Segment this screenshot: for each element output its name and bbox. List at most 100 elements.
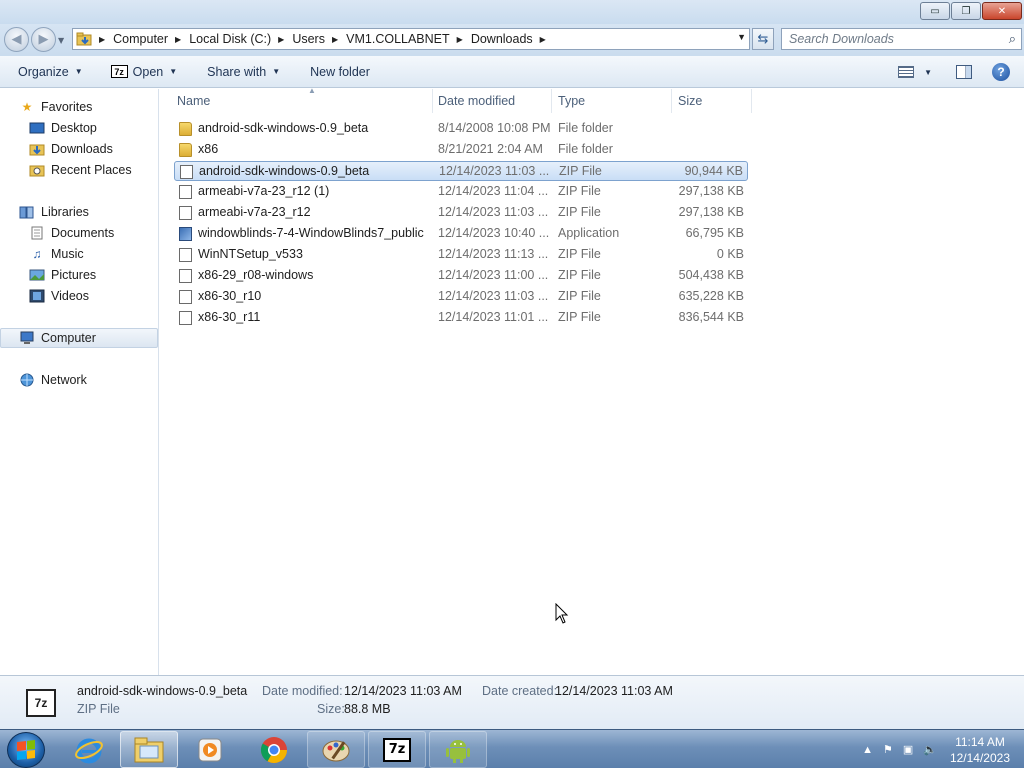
file-row[interactable]: x86 8/21/2021 2:04 AM File folder	[174, 140, 748, 160]
minimize-button[interactable]: ▭	[920, 2, 950, 20]
taskbar-android-sdk[interactable]	[429, 731, 487, 768]
file-row[interactable]: armeabi-v7a-23_r12 12/14/2023 11:03 ... ZI…	[174, 203, 748, 223]
clock[interactable]: 11:14 AM 12/14/2023	[950, 734, 1010, 766]
nav-downloads[interactable]: Downloads	[0, 139, 158, 159]
nav-music[interactable]: ♫ Music	[0, 244, 158, 264]
column-header-size[interactable]: Size	[672, 89, 752, 113]
help-icon[interactable]: ?	[992, 63, 1010, 81]
breadcrumb-user[interactable]: VM1.COLLABNET	[343, 32, 453, 46]
search-input[interactable]: Search Downloads ⌕	[781, 28, 1022, 50]
view-options-dropdown-icon[interactable]: ▼	[924, 68, 932, 77]
breadcrumb-local-disk[interactable]: Local Disk (C:)	[186, 32, 274, 46]
videos-icon	[29, 289, 45, 303]
nav-libraries[interactable]: Libraries	[0, 202, 158, 222]
nav-recent-places[interactable]: Recent Places	[0, 160, 158, 180]
breadcrumb-separator-icon[interactable]: ▶	[171, 35, 186, 44]
downloads-folder-icon	[29, 142, 45, 156]
file-name: x86-30_r10	[198, 289, 262, 303]
nav-videos[interactable]: Videos	[0, 286, 158, 306]
taskbar-internet-explorer[interactable]	[60, 731, 118, 768]
nav-desktop[interactable]: Desktop	[0, 118, 158, 138]
nav-network[interactable]: Network	[0, 370, 158, 390]
column-date-label: Date modified	[438, 94, 516, 108]
network-icon	[19, 373, 35, 387]
file-size: 297,138 KB	[678, 205, 744, 219]
file-row[interactable]: x86-30_r10 12/14/2023 11:03 ... ZIP File 63…	[174, 287, 748, 307]
maximize-button[interactable]: ❐	[951, 2, 981, 20]
taskbar-media-player[interactable]	[181, 731, 239, 768]
file-list: Name ▲ Date modified Type Size android-s…	[160, 86, 1024, 675]
nav-music-label: Music	[51, 247, 84, 261]
column-header-name[interactable]: Name ▲	[171, 86, 433, 113]
file-size: 297,138 KB	[678, 184, 744, 198]
share-with-button[interactable]: Share with ▼	[201, 59, 286, 85]
change-view-icon[interactable]	[898, 66, 915, 78]
back-arrow-icon: ◀	[11, 32, 22, 47]
back-button[interactable]: ◀	[4, 27, 29, 52]
file-row[interactable]: windowblinds-7-4-WindowBlinds7_public 12/…	[174, 224, 748, 244]
address-bar[interactable]: ▶ Computer ▶ Local Disk (C:) ▶ Users ▶ V…	[72, 28, 750, 50]
desktop-icon	[29, 121, 45, 135]
nav-libraries-label: Libraries	[41, 205, 89, 219]
zip-file-icon	[179, 206, 192, 220]
refresh-button[interactable]: ⇆	[752, 28, 774, 50]
nav-documents[interactable]: Documents	[0, 223, 158, 243]
nav-pictures[interactable]: Pictures	[0, 265, 158, 285]
file-row[interactable]: WinNTSetup_v533 12/14/2023 11:13 ... ZIP F…	[174, 245, 748, 265]
sort-ascending-icon: ▲	[308, 86, 316, 95]
open-button[interactable]: 7z Open ▼	[105, 59, 184, 85]
forward-button[interactable]: ▶	[31, 27, 56, 52]
zip-file-icon	[179, 290, 192, 304]
file-type: ZIP File	[558, 184, 601, 198]
file-row[interactable]: armeabi-v7a-23_r12 (1) 12/14/2023 11:04 .…	[174, 182, 748, 202]
nav-computer[interactable]: Computer	[0, 328, 158, 348]
nav-computer-label: Computer	[41, 331, 96, 345]
breadcrumb-separator-icon[interactable]: ▶	[536, 35, 551, 44]
column-header-type[interactable]: Type	[552, 89, 672, 113]
address-dropdown-icon[interactable]: ▼	[737, 32, 746, 42]
breadcrumb-downloads[interactable]: Downloads	[468, 32, 536, 46]
file-row[interactable]: x86-30_r11 12/14/2023 11:01 ... ZIP File 83…	[174, 308, 748, 328]
column-size-label: Size	[678, 94, 703, 108]
details-date-modified: 12/14/2023 11:03 AM	[344, 684, 462, 698]
file-name: x86	[198, 142, 219, 156]
zip-file-icon	[179, 269, 192, 283]
start-button[interactable]	[7, 732, 45, 768]
file-type: File folder	[558, 121, 613, 135]
file-type: ZIP File	[558, 310, 601, 324]
volume-muted-icon[interactable]: 🔈	[923, 743, 937, 756]
address-row: ◀ ▶ ▼ ▶ Computer ▶ Local Disk (C:) ▶ Use…	[0, 24, 1024, 56]
organize-label: Organize	[18, 64, 69, 79]
breadcrumb-separator-icon[interactable]: ▶	[274, 35, 289, 44]
organize-button[interactable]: Organize ▼	[12, 59, 89, 85]
mouse-cursor-icon	[555, 603, 569, 624]
nav-favorites[interactable]: ★ Favorites	[0, 97, 158, 117]
preview-pane-icon[interactable]	[956, 65, 972, 79]
details-pane: 7z android-sdk-windows-0.9_beta ZIP File…	[0, 675, 1024, 729]
chrome-icon	[260, 736, 288, 763]
recent-pages-dropdown[interactable]: ▼	[58, 36, 64, 45]
search-icon[interactable]: ⌕	[1009, 31, 1016, 47]
close-button[interactable]: ✕	[982, 2, 1022, 20]
taskbar-7zip[interactable]: 7z	[368, 731, 426, 768]
column-header-date-modified[interactable]: Date modified	[432, 89, 552, 113]
nav-network-label: Network	[41, 373, 87, 387]
breadcrumb-separator-icon[interactable]: ▶	[328, 35, 343, 44]
breadcrumb-separator-icon[interactable]: ▶	[95, 35, 110, 44]
nav-videos-label: Videos	[51, 289, 89, 303]
file-row[interactable]: android-sdk-windows-0.9_beta 12/14/2023 1…	[174, 161, 748, 181]
taskbar-windows-explorer[interactable]	[120, 731, 178, 768]
new-folder-button[interactable]: New folder	[304, 59, 376, 85]
breadcrumb-computer[interactable]: Computer	[110, 32, 171, 46]
taskbar-paint[interactable]	[307, 731, 365, 768]
system-tray: ▲ ⚑ ▣ 🔈 11:14 AM 12/14/2023	[857, 730, 1024, 768]
breadcrumb-separator-icon[interactable]: ▶	[453, 35, 468, 44]
7zip-app-icon: 7z	[383, 737, 411, 762]
breadcrumb-users[interactable]: Users	[289, 32, 328, 46]
file-row[interactable]: x86-29_r08-windows 12/14/2023 11:00 ... ZI…	[174, 266, 748, 286]
file-row[interactable]: android-sdk-windows-0.9_beta 8/14/2008 10…	[174, 119, 748, 139]
show-hidden-icons-icon[interactable]: ▲	[862, 744, 873, 756]
taskbar-chrome[interactable]	[245, 731, 303, 768]
network-status-icon[interactable]: ▣	[903, 743, 913, 756]
action-center-flag-icon[interactable]: ⚑	[883, 743, 893, 756]
